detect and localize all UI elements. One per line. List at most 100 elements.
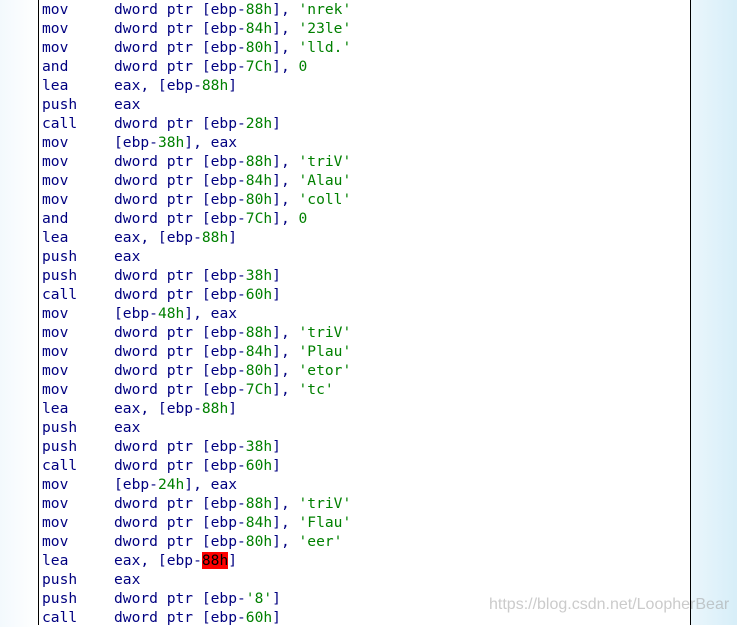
operand-text: ]	[272, 457, 281, 474]
mnemonic: and	[42, 210, 69, 227]
instruction-line[interactable]: push eax	[42, 570, 351, 589]
operand-text: eax, [ebp-	[114, 400, 202, 417]
operand-text: ]	[228, 400, 238, 417]
mnemonic: mov	[42, 39, 69, 56]
instruction-line[interactable]: lea eax, [ebp-88h]	[42, 399, 351, 418]
instruction-line[interactable]: mov dword ptr [ebp-80h], 'coll'	[42, 190, 351, 209]
instruction-line[interactable]: mov dword ptr [ebp-80h], 'eer'	[42, 532, 351, 551]
instruction-line[interactable]: push eax	[42, 95, 351, 114]
mnemonic: mov	[42, 305, 69, 322]
operand-text: ],	[272, 58, 299, 75]
operand-text: [ebp-	[114, 134, 158, 151]
instruction-line[interactable]: mov dword ptr [ebp-84h], 'Flau'	[42, 513, 351, 532]
operand-constant: 38h	[245, 438, 273, 455]
operand-text: dword ptr [ebp-	[114, 457, 246, 474]
instruction-line[interactable]: push eax	[42, 247, 351, 266]
instruction-line[interactable]: mov dword ptr [ebp-84h], '23le'	[42, 19, 351, 38]
instruction-line[interactable]: mov dword ptr [ebp-88h], 'triV'	[42, 494, 351, 513]
operand-constant: 60h	[245, 609, 273, 626]
operand-text: ],	[272, 191, 299, 208]
operand-text: dword ptr [ebp-	[114, 267, 246, 284]
operand-constant: 80h	[245, 39, 273, 56]
mnemonic: mov	[42, 20, 69, 37]
operand-text: [ebp-	[114, 476, 158, 493]
operand-constant: 60h	[245, 286, 273, 303]
instruction-line[interactable]: call dword ptr [ebp-28h]	[42, 114, 351, 133]
operand-text: dword ptr [ebp-	[114, 210, 246, 227]
operand-constant: 88h	[201, 229, 229, 246]
instruction-line[interactable]: push dword ptr [ebp-38h]	[42, 437, 351, 456]
operand-text: ]	[272, 286, 281, 303]
operand-text: ]	[228, 552, 238, 569]
operand-text: dword ptr [ebp-	[114, 39, 246, 56]
instruction-line[interactable]: mov dword ptr [ebp-88h], 'nrek'	[42, 0, 351, 19]
mnemonic: push	[42, 419, 78, 436]
operand-constant: 'Alau'	[298, 172, 352, 189]
operand-text: dword ptr [ebp-	[114, 533, 246, 550]
operand-text: ]	[272, 590, 281, 607]
operand-constant: 88h	[245, 1, 273, 18]
operand-constant: 'tc'	[298, 381, 334, 398]
instruction-line[interactable]: mov dword ptr [ebp-80h], 'etor'	[42, 361, 351, 380]
mnemonic: mov	[42, 476, 69, 493]
disassembly-view[interactable]: mov dword ptr [ebp-88h], 'nrek' mov dword p…	[38, 0, 691, 627]
instruction-line[interactable]: lea eax, [ebp-88h]	[42, 228, 351, 247]
instruction-line[interactable]: push dword ptr [ebp-'8']	[42, 589, 351, 608]
operand-text: ],	[272, 39, 299, 56]
instruction-line[interactable]: and dword ptr [ebp-7Ch], 0	[42, 209, 351, 228]
operand-text: dword ptr [ebp-	[114, 514, 246, 531]
operand-text: eax, [ebp-	[114, 229, 202, 246]
operand-constant: 'etor'	[298, 362, 352, 379]
instruction-line[interactable]: and dword ptr [ebp-7Ch], 0	[42, 57, 351, 76]
watermark: https://blog.csdn.net/LoopherBear	[489, 596, 730, 613]
mnemonic: push	[42, 438, 78, 455]
operand-text: dword ptr [ebp-	[114, 172, 246, 189]
operand-constant: 88h	[245, 153, 273, 170]
mnemonic: push	[42, 590, 78, 607]
operand-constant: 24h	[157, 476, 185, 493]
operand-text: ]	[272, 609, 281, 626]
operand-text: ],	[272, 1, 299, 18]
operand-constant: 'nrek'	[298, 1, 352, 18]
operand-text: dword ptr [ebp-	[114, 115, 246, 132]
instruction-line[interactable]: mov dword ptr [ebp-80h], 'lld.'	[42, 38, 351, 57]
mnemonic: mov	[42, 191, 69, 208]
operand-text: dword ptr [ebp-	[114, 609, 246, 626]
operand-text: ],	[272, 495, 299, 512]
operand-constant: '8'	[245, 590, 273, 607]
operand-text: ], eax	[184, 134, 238, 151]
instruction-line[interactable]: push eax	[42, 418, 351, 437]
operand-text: ],	[272, 172, 299, 189]
instruction-line[interactable]: call dword ptr [ebp-60h]	[42, 285, 351, 304]
operand-text: eax	[114, 419, 141, 436]
instruction-line[interactable]: mov dword ptr [ebp-84h], 'Alau'	[42, 171, 351, 190]
instruction-line[interactable]: lea eax, [ebp-88h]	[42, 76, 351, 95]
operand-text: ], eax	[184, 305, 238, 322]
mnemonic: lea	[42, 77, 69, 94]
instruction-line[interactable]: mov dword ptr [ebp-7Ch], 'tc'	[42, 380, 351, 399]
mnemonic: lea	[42, 400, 69, 417]
instruction-line[interactable]: mov dword ptr [ebp-88h], 'triV'	[42, 323, 351, 342]
operand-constant: 80h	[245, 533, 273, 550]
operand-text: dword ptr [ebp-	[114, 438, 246, 455]
operand-constant: 7Ch	[245, 381, 273, 398]
disassembly-listing: mov dword ptr [ebp-88h], 'nrek' mov dword p…	[42, 0, 351, 627]
instruction-line[interactable]: push dword ptr [ebp-38h]	[42, 266, 351, 285]
operand-text: dword ptr [ebp-	[114, 343, 246, 360]
instruction-line[interactable]: call dword ptr [ebp-60h]	[42, 608, 351, 627]
instruction-line[interactable]: mov [ebp-38h], eax	[42, 133, 351, 152]
operand-text: dword ptr [ebp-	[114, 58, 246, 75]
operand-text: dword ptr [ebp-	[114, 286, 246, 303]
instruction-line[interactable]: call dword ptr [ebp-60h]	[42, 456, 351, 475]
operand-constant: 88h	[245, 324, 273, 341]
instruction-line[interactable]: lea eax, [ebp-88h]	[42, 551, 351, 570]
operand-constant: 'lld.'	[298, 39, 352, 56]
instruction-line[interactable]: mov dword ptr [ebp-88h], 'triV'	[42, 152, 351, 171]
operand-constant: 'triV'	[298, 324, 352, 341]
operand-constant: 'triV'	[298, 153, 352, 170]
mnemonic: call	[42, 457, 78, 474]
instruction-line[interactable]: mov dword ptr [ebp-84h], 'Plau'	[42, 342, 351, 361]
instruction-line[interactable]: mov [ebp-48h], eax	[42, 304, 351, 323]
instruction-line[interactable]: mov [ebp-24h], eax	[42, 475, 351, 494]
operand-constant: 7Ch	[245, 58, 273, 75]
